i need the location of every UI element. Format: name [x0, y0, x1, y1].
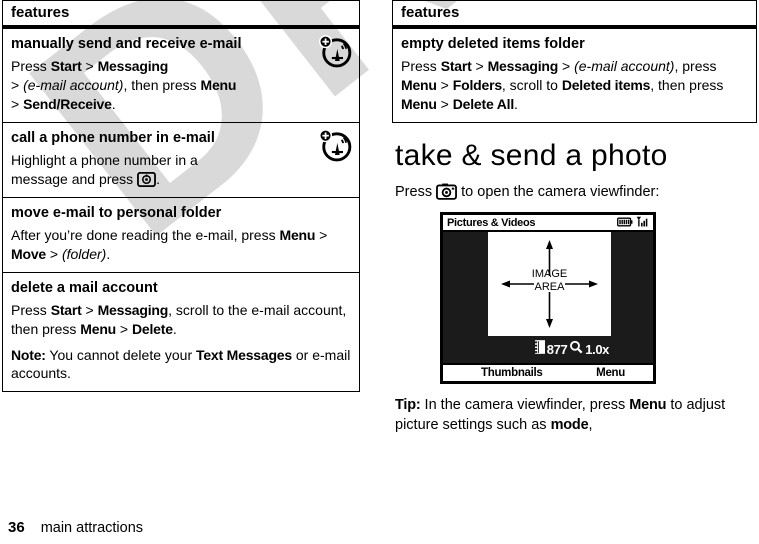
viewfinder-intro-prefix: Press: [395, 183, 433, 200]
camera-key-icon: [436, 183, 458, 200]
features-table-right: features empty deleted items folder Pres…: [392, 0, 757, 123]
left-column: features manually send and receive e-mai…: [2, 0, 360, 393]
right-column: features empty deleted items folder Pres…: [392, 0, 757, 446]
viewfinder-intro: Press to open the camera viewfinder:: [395, 182, 757, 202]
tip-paragraph: Tip: In the camera viewfinder, press Men…: [395, 397, 726, 434]
feature-title: empty deleted items folder: [401, 36, 585, 52]
zoom-level: 1.0x: [585, 342, 609, 358]
picture-count: 877: [546, 342, 568, 358]
feature-body: Press Start > Messaging > (e-mail account…: [11, 58, 237, 112]
viewfinder-status-strip: 877 1.0x: [488, 336, 611, 363]
phone-title-bar: Pictures & Videos: [443, 214, 653, 233]
table-row: delete a mail account Press Start > Mess…: [3, 271, 359, 392]
feature-title: delete a mail account: [11, 279, 158, 296]
viewfinder-intro-suffix: to open the camera viewfinder:: [461, 183, 660, 200]
features-table-right-header: features: [393, 1, 756, 28]
table-row: empty deleted items folder Press Start >…: [393, 28, 756, 122]
phone-softkey-bar: Thumbnails Menu: [443, 363, 653, 381]
network-antenna-icon: [317, 34, 353, 70]
feature-body: Highlight a phone number in a message and…: [11, 151, 198, 187]
page-title: main attractions: [40, 520, 144, 536]
feature-body: Press Start > Messaging, scroll to the e…: [11, 301, 347, 337]
film-strip-icon: [534, 340, 545, 359]
softkey-thumbnails[interactable]: Thumbnails: [481, 367, 543, 379]
image-area-label: IMAGE AREA: [488, 268, 611, 294]
phone-title-text: Pictures & Videos: [447, 216, 536, 229]
image-area-label-line2: AREA: [534, 281, 565, 294]
page-number: 36: [8, 519, 25, 536]
phone-viewfinder-mockup: Pictures & Videos IMAGE AREA 877 1.0x Th…: [440, 212, 656, 385]
table-row: manually send and receive e-mail Press S…: [3, 28, 359, 122]
feature-title: call a phone number in e-mail: [11, 129, 215, 146]
image-area: IMAGE AREA: [488, 232, 611, 337]
manual-page: DRAFT features manually send and receive…: [0, 0, 759, 544]
features-table-left-header: features: [3, 1, 359, 28]
page-footer: 36 main attractions: [8, 519, 143, 536]
feature-title: move e-mail to personal folder: [11, 204, 222, 221]
feature-note: Note: You cannot delete your Text Messag…: [11, 346, 351, 382]
feature-body: Press Start > Messaging > (e-mail accoun…: [401, 58, 724, 112]
softkey-menu[interactable]: Menu: [596, 367, 625, 379]
phone-status-icons: [617, 214, 649, 232]
feature-title: manually send and receive e-mail: [11, 36, 242, 52]
center-select-key-icon: [137, 171, 157, 187]
image-area-label-line1: IMAGE: [531, 268, 568, 281]
feature-body: After you’re done reading the e-mail, pr…: [11, 226, 328, 262]
section-heading: take & send a photo: [395, 138, 668, 172]
battery-icon: [617, 214, 633, 232]
features-table-left: features manually send and receive e-mai…: [2, 0, 360, 393]
signal-icon: [636, 214, 649, 232]
magnifier-icon: [569, 340, 583, 359]
table-row: move e-mail to personal folder After you…: [3, 196, 359, 272]
network-antenna-icon: [317, 128, 353, 164]
phone-screen: IMAGE AREA 877 1.0x: [443, 232, 653, 364]
table-row: call a phone number in e-mail Highlight …: [3, 121, 359, 197]
